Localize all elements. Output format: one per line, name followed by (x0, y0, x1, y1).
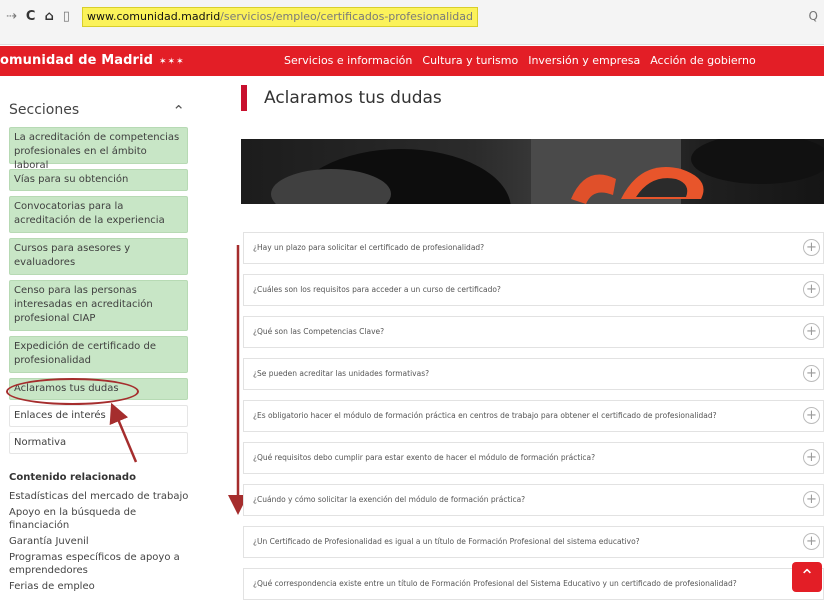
expand-plus-icon[interactable]: + (803, 239, 820, 256)
expand-plus-icon[interactable]: + (803, 407, 820, 424)
expand-plus-icon[interactable]: + (803, 449, 820, 466)
faq-item[interactable]: ¿Qué correspondencia existe entre un tít… (243, 568, 824, 600)
faq-item[interactable]: ¿Es obligatorio hacer el módulo de forma… (243, 400, 824, 432)
expand-plus-icon[interactable]: + (803, 323, 820, 340)
faq-item[interactable]: ¿Un Certificado de Profesionalidad es ig… (243, 526, 824, 558)
page-title: Aclaramos tus dudas (264, 88, 442, 108)
title-accent-bar (241, 85, 247, 111)
faq-question: ¿Qué requisitos debo cumplir para estar … (253, 453, 596, 462)
faq-item[interactable]: ¿Hay un plazo para solicitar el certific… (243, 232, 824, 264)
faq-question: ¿Cuáles son los requisitos para acceder … (253, 285, 501, 294)
expand-plus-icon[interactable]: + (803, 365, 820, 382)
faq-question: ¿Qué correspondencia existe entre un tít… (253, 579, 737, 588)
faq-question: ¿Hay un plazo para solicitar el certific… (253, 243, 485, 252)
faq-item[interactable]: ¿Cuáles son los requisitos para acceder … (243, 274, 824, 306)
hero-artwork (271, 139, 824, 204)
faq-question: ¿Es obligatorio hacer el módulo de forma… (253, 411, 717, 420)
faq-item[interactable]: ¿Qué requisitos debo cumplir para estar … (243, 442, 824, 474)
back-to-top-button[interactable]: ⌃ (792, 562, 822, 592)
faq-item[interactable]: ¿Se pueden acreditar las unidades format… (243, 358, 824, 390)
expand-plus-icon[interactable]: + (803, 281, 820, 298)
faq-question: ¿Qué son las Competencias Clave? (253, 327, 385, 336)
faq-question: ¿Se pueden acreditar las unidades format… (253, 369, 430, 378)
faq-question: ¿Cuándo y cómo solicitar la exención del… (253, 495, 526, 504)
expand-plus-icon[interactable]: + (803, 491, 820, 508)
faq-question: ¿Un Certificado de Profesionalidad es ig… (253, 537, 640, 546)
faq-item[interactable]: ¿Cuándo y cómo solicitar la exención del… (243, 484, 824, 516)
hero-image (241, 139, 824, 204)
faq-item[interactable]: ¿Qué son las Competencias Clave? + (243, 316, 824, 348)
annotation-arrow-sidebar (109, 402, 138, 463)
expand-plus-icon[interactable]: + (803, 533, 820, 550)
